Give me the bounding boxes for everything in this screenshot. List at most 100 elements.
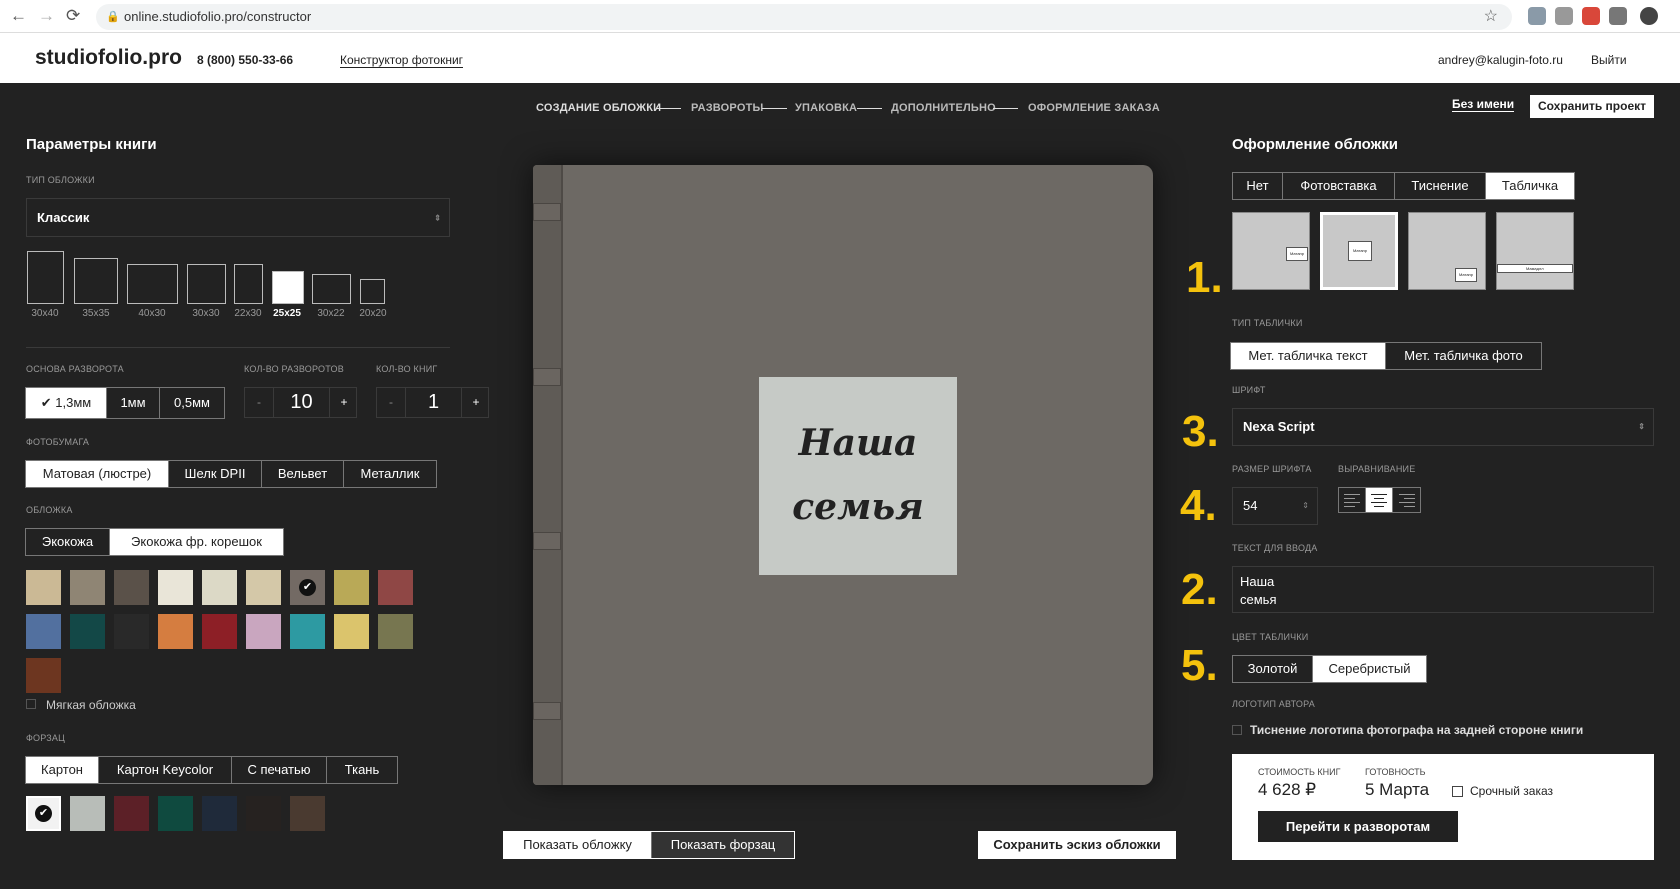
format-20x20[interactable] [360,279,385,304]
endpaper-color-swatch[interactable] [202,796,237,831]
endpaper-color-swatch[interactable] [158,796,193,831]
forward-icon[interactable]: → [38,6,55,26]
plate-position-thumb[interactable]: Матапр [1232,212,1310,290]
step-spreads[interactable]: РАЗВОРОТЫ [691,102,763,114]
save-project-button[interactable]: Сохранить проект [1530,95,1654,118]
cover-color-swatch[interactable] [290,614,325,649]
tab-photo-insert[interactable]: Фотовставка [1283,173,1395,199]
soft-cover-checkbox[interactable] [26,699,36,709]
font-select[interactable]: Nexa Script ⇕ [1232,408,1654,446]
endpaper-color-swatch[interactable]: ✔ [26,796,61,831]
paper-silk[interactable]: Шелк DPII [169,461,262,487]
cover-color-swatch[interactable] [378,570,413,605]
logout-link[interactable]: Выйти [1591,53,1627,67]
cover-color-swatch[interactable] [158,614,193,649]
project-name[interactable]: Без имени [1452,98,1515,112]
cover-color-swatch[interactable] [378,614,413,649]
endpaper-keycolor[interactable]: Картон Keycolor [99,757,232,783]
endpaper-print[interactable]: С печатью [232,757,327,783]
cover-color-swatch[interactable] [70,570,105,605]
align-right-icon[interactable] [1393,488,1420,512]
cover-color-swatch[interactable] [26,658,61,693]
format-22x30[interactable] [234,264,263,304]
plate-color-silver[interactable]: Серебристый [1313,656,1426,682]
format-30x22[interactable] [312,274,351,304]
spreads-minus-button[interactable]: - [245,388,273,417]
format-40x30[interactable] [127,264,178,304]
plate-position-thumb-selected[interactable]: Матапр [1320,212,1398,290]
books-input[interactable]: 1 [405,388,462,417]
reload-icon[interactable]: ⟳ [66,6,80,26]
star-icon[interactable]: ☆ [1484,4,1498,30]
puzzle-icon[interactable] [1609,7,1627,25]
user-email[interactable]: andrey@kalugin-foto.ru [1438,53,1563,67]
cover-color-swatch[interactable] [114,614,149,649]
base-1-3mm[interactable]: ✔ 1,3мм [26,388,107,418]
cover-color-swatch[interactable] [202,614,237,649]
cover-plate[interactable]: Наша семья [759,377,957,575]
endpaper-color-swatch[interactable] [114,796,149,831]
format-35x35[interactable] [74,258,118,304]
plate-color-gold[interactable]: Золотой [1233,656,1313,682]
extension-icon[interactable] [1582,7,1600,25]
cover-color-swatch[interactable] [26,614,61,649]
show-endpaper-button[interactable]: Показать форзац [652,832,794,858]
go-to-spreads-button[interactable]: Перейти к разворотам [1258,811,1458,842]
format-30x30[interactable] [187,264,226,304]
endpaper-color-swatch[interactable] [70,796,105,831]
step-additional[interactable]: ДОПОЛНИТЕЛЬНО [891,102,996,114]
endpaper-fabric[interactable]: Ткань [327,757,397,783]
logo-emboss-checkbox[interactable] [1232,725,1242,735]
tab-embossing[interactable]: Тиснение [1395,173,1486,199]
urgent-checkbox[interactable] [1452,786,1463,797]
plate-type-text[interactable]: Мет. табличка текст [1231,343,1386,369]
base-0-5mm[interactable]: 0,5мм [160,388,224,418]
endpaper-cardboard[interactable]: Картон [26,757,99,783]
plate-type-photo[interactable]: Мет. табличка фото [1386,343,1541,369]
endpaper-color-swatch[interactable] [290,796,325,831]
cover-color-swatch[interactable] [26,570,61,605]
cover-color-swatch[interactable] [114,570,149,605]
cover-color-swatch[interactable] [246,570,281,605]
extension-icon[interactable] [1528,7,1546,25]
cover-ecoleather[interactable]: Экокожа [26,529,110,555]
address-bar[interactable]: 🔒 online.studiofolio.pro/constructor ☆ [96,4,1512,30]
font-size-select[interactable]: 54 ⇕ [1232,487,1318,525]
cover-color-swatch[interactable] [158,570,193,605]
cover-color-swatch[interactable]: ✔ [290,570,325,605]
cover-color-swatch[interactable] [334,614,369,649]
align-left-icon[interactable] [1339,488,1366,512]
extension-icon[interactable] [1555,7,1573,25]
format-30x40[interactable] [27,251,64,304]
constructor-link[interactable]: Конструктор фотокниг [340,53,464,68]
paper-velvet[interactable]: Вельвет [262,461,344,487]
cover-color-swatch[interactable] [334,570,369,605]
align-center-icon[interactable] [1366,488,1393,512]
cover-ecoleather-spine[interactable]: Экокожа фр. корешок [110,529,283,555]
cover-type-select[interactable]: Классик ⇕ [26,198,450,237]
cover-color-swatch[interactable] [70,614,105,649]
cover-color-swatch[interactable] [202,570,237,605]
spreads-input[interactable]: 10 [273,388,330,417]
cover-color-swatch[interactable] [246,614,281,649]
spreads-plus-button[interactable]: + [330,388,358,417]
paper-matte[interactable]: Матовая (люстре) [26,461,169,487]
tab-none[interactable]: Нет [1233,173,1283,199]
step-cover[interactable]: СОЗДАНИЕ ОБЛОЖКИ [536,102,661,114]
tab-plate[interactable]: Табличка [1486,173,1574,199]
show-cover-button[interactable]: Показать обложку [504,832,652,858]
paper-metallic[interactable]: Металлик [344,461,436,487]
books-plus-button[interactable]: + [462,388,490,417]
endpaper-color-swatch[interactable] [246,796,281,831]
back-icon[interactable]: ← [10,6,27,26]
save-sketch-button[interactable]: Сохранить эскиз обложки [978,831,1176,859]
plate-position-thumb[interactable]: Матапр [1408,212,1486,290]
logo[interactable]: studiofolio.pro [35,46,182,70]
base-1mm[interactable]: 1мм [107,388,160,418]
plate-text-input[interactable]: Наша семья [1232,566,1654,613]
books-minus-button[interactable]: - [377,388,405,417]
format-25x25-selected[interactable] [272,271,304,304]
plate-position-thumb[interactable]: Мамадлл [1496,212,1574,290]
step-packaging[interactable]: УПАКОВКА [795,102,857,114]
step-order[interactable]: ОФОРМЛЕНИЕ ЗАКАЗА [1028,102,1160,114]
